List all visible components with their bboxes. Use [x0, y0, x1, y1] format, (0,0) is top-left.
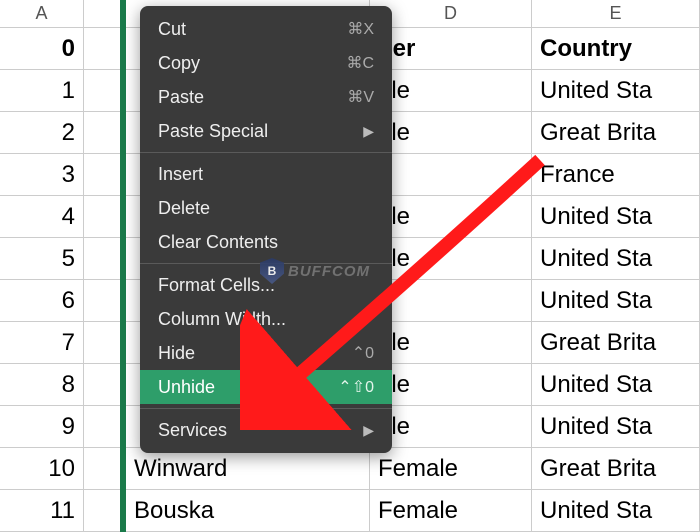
cell[interactable]: 3 — [0, 154, 84, 196]
cell[interactable]: Great Brita — [532, 448, 700, 490]
menu-label: Column Width... — [158, 309, 286, 330]
watermark: B BUFFCOM — [260, 258, 370, 284]
chevron-right-icon: ▶ — [363, 422, 374, 439]
menu-item-delete[interactable]: Delete — [140, 191, 392, 225]
cell[interactable]: Female — [370, 490, 532, 532]
column-header-D[interactable]: D — [370, 0, 532, 28]
table-row: 10 Winward Female Great Brita — [0, 448, 700, 490]
menu-item-paste[interactable]: Paste ⌘V — [140, 80, 392, 114]
cell[interactable]: 0 — [0, 28, 84, 70]
cell[interactable]: 4 — [0, 196, 84, 238]
cell[interactable]: ale — [370, 406, 532, 448]
cell[interactable]: 5 — [0, 238, 84, 280]
menu-item-services[interactable]: Services ▶ — [140, 413, 392, 447]
menu-label: Cut — [158, 19, 186, 40]
cell[interactable]: 1 — [0, 70, 84, 112]
cell[interactable]: ale — [370, 364, 532, 406]
cell[interactable]: Great Brita — [532, 112, 700, 154]
cell[interactable]: Great Brita — [532, 322, 700, 364]
menu-label: Unhide — [158, 377, 215, 398]
menu-label: Format Cells... — [158, 275, 275, 296]
chevron-right-icon: ▶ — [363, 123, 374, 140]
cell[interactable]: 9 — [0, 406, 84, 448]
menu-divider — [140, 408, 392, 409]
column-header-A[interactable]: A — [0, 0, 84, 28]
cell[interactable]: 10 — [0, 448, 84, 490]
cell[interactable]: ale — [370, 70, 532, 112]
cell[interactable]: United Sta — [532, 238, 700, 280]
menu-label: Insert — [158, 164, 203, 185]
watermark-text: BUFFCOM — [288, 263, 370, 280]
cell[interactable]: der — [370, 28, 532, 70]
cell[interactable]: ale — [370, 196, 532, 238]
cell[interactable]: 8 — [0, 364, 84, 406]
cell[interactable]: e — [370, 280, 532, 322]
menu-item-unhide[interactable]: Unhide ⌃⇧0 — [140, 370, 392, 404]
menu-shortcut: ⌃0 — [352, 343, 374, 363]
cell[interactable]: 6 — [0, 280, 84, 322]
cell[interactable]: 2 — [0, 112, 84, 154]
menu-item-copy[interactable]: Copy ⌘C — [140, 46, 392, 80]
menu-shortcut: ⌘X — [347, 19, 374, 39]
cell[interactable]: Winward — [126, 448, 370, 490]
cell[interactable]: ale — [370, 238, 532, 280]
menu-shortcut: ⌃⇧0 — [338, 377, 374, 397]
cell[interactable]: United Sta — [532, 364, 700, 406]
cell[interactable]: Female — [370, 448, 532, 490]
menu-label: Services — [158, 420, 227, 441]
menu-label: Clear Contents — [158, 232, 278, 253]
cell[interactable]: France — [532, 154, 700, 196]
cell[interactable]: ale — [370, 322, 532, 364]
menu-shortcut: ⌘V — [347, 87, 374, 107]
spreadsheet-grid: A C D E 0 der Country 1 ale United Sta 2… — [0, 0, 700, 532]
cell[interactable]: United Sta — [532, 280, 700, 322]
cell[interactable]: United Sta — [532, 490, 700, 532]
menu-item-column-width[interactable]: Column Width... — [140, 302, 392, 336]
menu-label: Delete — [158, 198, 210, 219]
menu-item-paste-special[interactable]: Paste Special ▶ — [140, 114, 392, 148]
cell[interactable]: e — [370, 154, 532, 196]
menu-item-clear-contents[interactable]: Clear Contents — [140, 225, 392, 259]
cell[interactable]: 7 — [0, 322, 84, 364]
menu-label: Paste — [158, 87, 204, 108]
cell[interactable]: ale — [370, 112, 532, 154]
cell[interactable]: United Sta — [532, 196, 700, 238]
cell[interactable]: Country — [532, 28, 700, 70]
menu-divider — [140, 152, 392, 153]
column-header-E[interactable]: E — [532, 0, 700, 28]
shield-icon: B — [260, 258, 284, 284]
menu-label: Copy — [158, 53, 200, 74]
menu-label: Paste Special — [158, 121, 268, 142]
menu-item-cut[interactable]: Cut ⌘X — [140, 12, 392, 46]
menu-shortcut: ⌘C — [346, 53, 374, 73]
menu-item-insert[interactable]: Insert — [140, 157, 392, 191]
context-menu: Cut ⌘X Copy ⌘C Paste ⌘V Paste Special ▶ … — [140, 6, 392, 453]
cell[interactable]: 11 — [0, 490, 84, 532]
cell[interactable]: United Sta — [532, 70, 700, 112]
table-row: 11 Bouska Female United Sta — [0, 490, 700, 532]
cell[interactable]: United Sta — [532, 406, 700, 448]
menu-item-hide[interactable]: Hide ⌃0 — [140, 336, 392, 370]
hidden-column-indicator[interactable] — [120, 0, 126, 532]
menu-label: Hide — [158, 343, 195, 364]
cell[interactable]: Bouska — [126, 490, 370, 532]
